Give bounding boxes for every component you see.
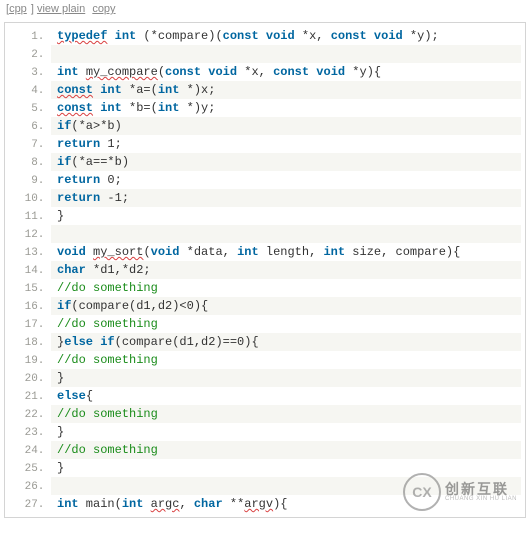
bracket-close: ]	[31, 3, 34, 15]
watermark: CX 创新互联 CHUANG XIN HU LIAN	[403, 473, 517, 511]
code-line: int my_compare(const void *x, const void…	[51, 63, 521, 81]
watermark-text: 创新互联 CHUANG XIN HU LIAN	[445, 482, 517, 502]
code-line: char *d1,*d2;	[51, 261, 521, 279]
watermark-logo-icon: CX	[403, 473, 441, 511]
watermark-cn: 创新互联	[445, 482, 517, 496]
code-line: }	[51, 369, 521, 387]
code-line: }	[51, 423, 521, 441]
code-line: //do something	[51, 279, 521, 297]
code-line: typedef int (*compare)(const void *x, co…	[51, 27, 521, 45]
code-line: const int *a=(int *)x;	[51, 81, 521, 99]
code-line: //do something	[51, 351, 521, 369]
copy-link[interactable]: copy	[92, 3, 115, 15]
watermark-en: CHUANG XIN HU LIAN	[445, 496, 517, 502]
code-line	[51, 225, 521, 243]
view-plain-link[interactable]: view plain	[37, 3, 85, 15]
code-line: //do something	[51, 441, 521, 459]
code-line: }	[51, 207, 521, 225]
code-line: else{	[51, 387, 521, 405]
code-line: return -1;	[51, 189, 521, 207]
code-line: //do something	[51, 315, 521, 333]
code-line: if(*a>*b)	[51, 117, 521, 135]
code-line: if(compare(d1,d2)<0){	[51, 297, 521, 315]
code-block: typedef int (*compare)(const void *x, co…	[4, 22, 526, 518]
code-line: return 1;	[51, 135, 521, 153]
code-line: if(*a==*b)	[51, 153, 521, 171]
code-line	[51, 45, 521, 63]
code-line: void my_sort(void *data, int length, int…	[51, 243, 521, 261]
code-line: const int *b=(int *)y;	[51, 99, 521, 117]
code-line: return 0;	[51, 171, 521, 189]
code-line: }else if(compare(d1,d2)==0){	[51, 333, 521, 351]
code-list: typedef int (*compare)(const void *x, co…	[9, 27, 521, 513]
lang-link[interactable]: cpp	[9, 3, 27, 15]
code-line: //do something	[51, 405, 521, 423]
toolbar: [cpp] view plain copy	[0, 0, 530, 18]
